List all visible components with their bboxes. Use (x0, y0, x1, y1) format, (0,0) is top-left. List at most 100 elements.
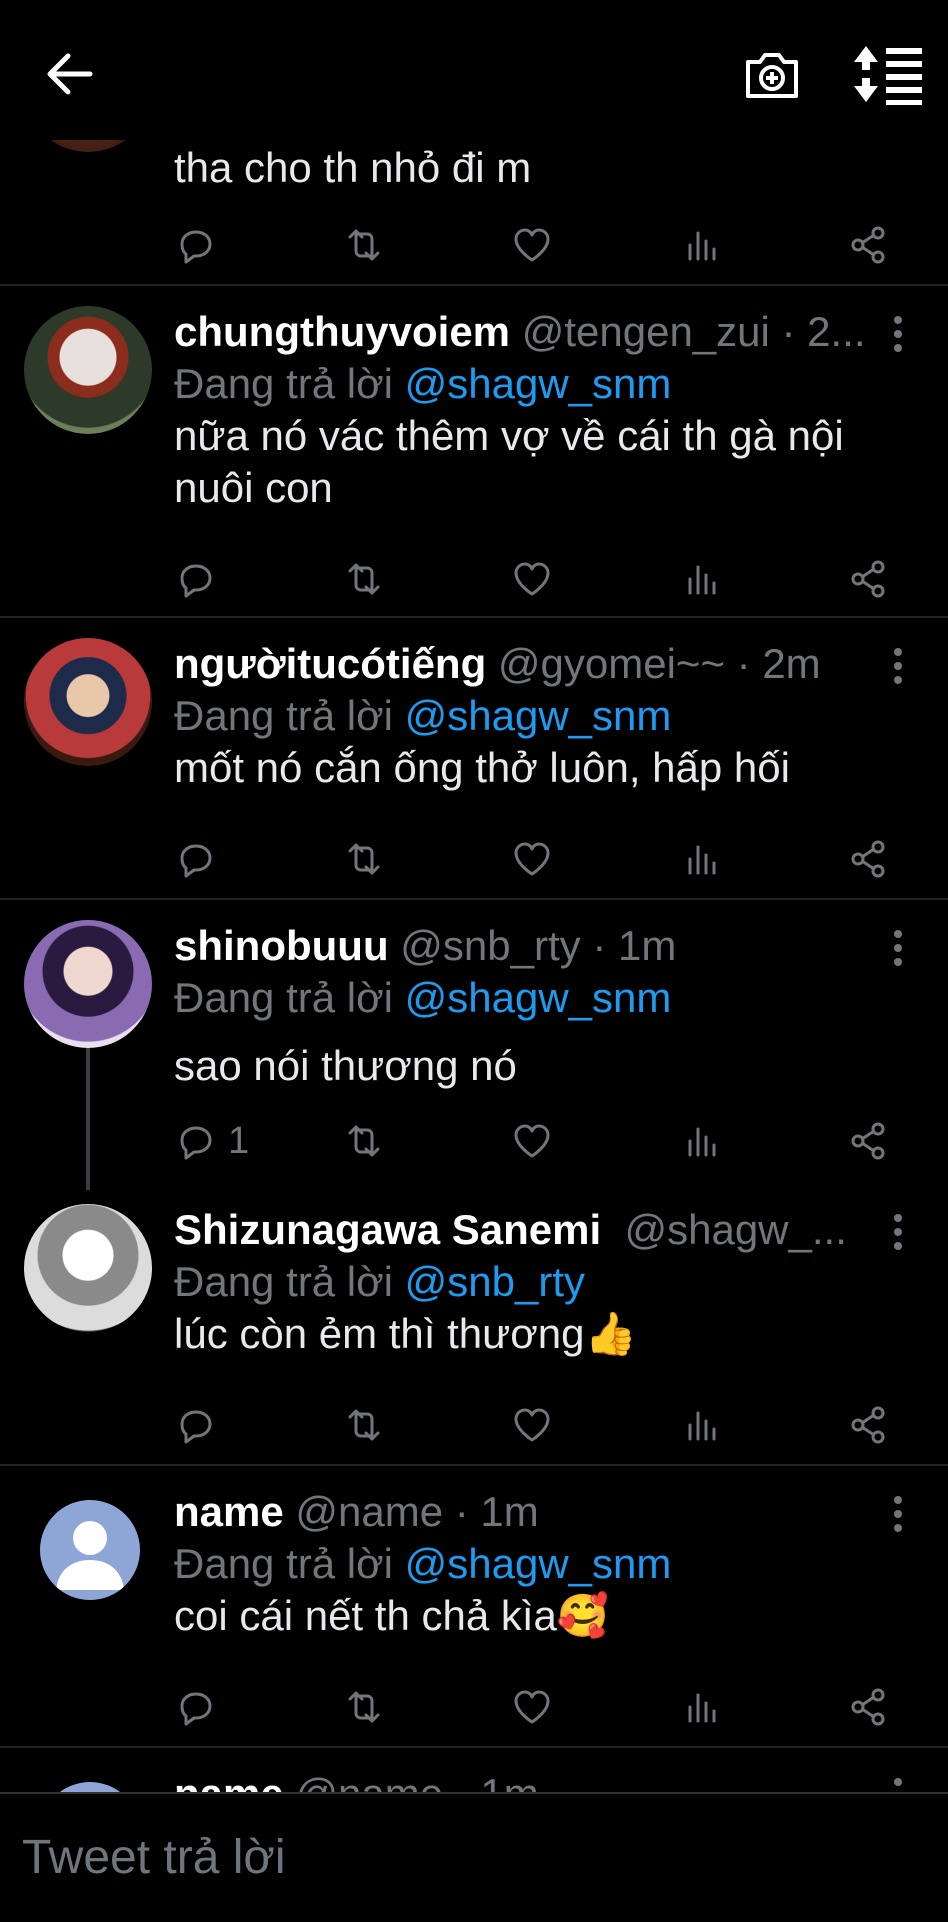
share-button[interactable] (846, 1682, 890, 1732)
share-icon (851, 1688, 885, 1726)
retweet-icon (348, 229, 380, 261)
retweet-icon (348, 563, 380, 595)
replying-to: Đang trả lời @snb_rty (174, 1258, 586, 1305)
tweet-content: nữa nó vác thêm vợ về cái th gà nội nuôi… (174, 412, 844, 511)
reply-button[interactable] (174, 1682, 218, 1732)
tweet-actions (174, 554, 894, 604)
retweet-button[interactable] (342, 220, 386, 270)
share-button[interactable] (846, 554, 890, 604)
analytics-button[interactable] (680, 1400, 724, 1450)
avatar[interactable] (24, 1204, 152, 1332)
tweet-content: coi cái nết th chả kìa🥰 (174, 1592, 610, 1639)
retweet-button[interactable] (342, 554, 386, 604)
reply-button[interactable] (174, 220, 218, 270)
analytics-button[interactable] (680, 554, 724, 604)
reply-button[interactable]: 1 (174, 1116, 249, 1166)
analytics-button[interactable] (680, 220, 724, 270)
share-button[interactable] (846, 1400, 890, 1450)
share-icon (851, 1122, 885, 1160)
user-icon (56, 1521, 124, 1590)
tweet-item[interactable]: ngườitucótiếng @gyomei~~ · 2m Đang trả l… (0, 616, 948, 900)
avatar[interactable] (24, 920, 152, 1048)
tweet-content: sao nói thương nó (174, 1042, 517, 1089)
mention-link[interactable]: @shagw_snm (405, 692, 672, 739)
tweet-item[interactable]: chungthuyvoiem @tengen_zui · 2... Đang t… (0, 284, 948, 618)
heart-icon (514, 562, 550, 596)
more-options-icon[interactable] (888, 644, 908, 692)
more-options-icon[interactable] (888, 926, 908, 974)
reply-icon (180, 1126, 212, 1160)
camera-plus-icon[interactable] (740, 42, 804, 106)
tweet-header: ngườitucótiếng @gyomei~~ · 2m (174, 638, 878, 690)
tweet-item[interactable]: shinobuuu @snb_rty · 1m Đang trả lời @sh… (0, 898, 948, 1190)
more-options-icon[interactable] (888, 1492, 908, 1540)
tweet-header: shinobuuu @snb_rty · 1m (174, 920, 878, 972)
retweet-button[interactable] (342, 1400, 386, 1450)
share-button[interactable] (846, 834, 890, 884)
sort-icon[interactable] (852, 42, 924, 106)
like-button[interactable] (510, 220, 554, 270)
like-button[interactable] (510, 834, 554, 884)
reply-icon (180, 564, 212, 598)
retweet-icon (348, 1409, 380, 1441)
reply-icon (180, 1692, 212, 1726)
retweet-button[interactable] (342, 1682, 386, 1732)
reply-input[interactable]: Tweet trả lời (22, 1830, 286, 1885)
analytics-icon (688, 1693, 716, 1723)
like-button[interactable] (510, 1400, 554, 1450)
more-options-icon[interactable] (888, 1210, 908, 1258)
tweet-header: name @name · 1m (174, 1486, 878, 1538)
reply-button[interactable] (174, 834, 218, 884)
reply-compose-bar[interactable]: Tweet trả lời (0, 1792, 948, 1922)
retweet-button[interactable] (342, 1116, 386, 1166)
retweet-button[interactable] (342, 834, 386, 884)
share-icon (851, 1406, 885, 1444)
heart-icon (514, 1690, 550, 1724)
tweet-actions (174, 1682, 894, 1732)
like-button[interactable] (510, 1116, 554, 1166)
handle: @shagw_... (624, 1206, 847, 1253)
replying-to: Đang trả lời @shagw_snm (174, 360, 672, 407)
tweet-header: Shizunagawa Sanemi @shagw_... (174, 1204, 878, 1256)
tweet-content: mốt nó cắn ống thở luôn, hấp hối (174, 744, 790, 791)
heart-icon (514, 842, 550, 876)
analytics-button[interactable] (680, 834, 724, 884)
tweet-content: lúc còn ẻm thì thương👍 (174, 1310, 637, 1357)
tweet-item[interactable]: name @name · 1m Đang trả lời @shagw_snm … (0, 1464, 948, 1748)
like-button[interactable] (510, 554, 554, 604)
reply-button[interactable] (174, 1400, 218, 1450)
tweet-actions (174, 220, 894, 270)
analytics-button[interactable] (680, 1116, 724, 1166)
reply-button[interactable] (174, 554, 218, 604)
display-name[interactable]: Shizunagawa Sanemi (174, 1206, 601, 1253)
back-arrow-icon[interactable] (40, 44, 100, 104)
display-name[interactable]: name (174, 1488, 284, 1535)
like-button[interactable] (510, 1682, 554, 1732)
tweet-item[interactable]: Shizunagawa Sanemi @shagw_... Đang trả l… (0, 1182, 948, 1466)
mention-link[interactable]: @shagw_snm (405, 1540, 672, 1587)
analytics-button[interactable] (680, 1682, 724, 1732)
tweet-actions (174, 834, 894, 884)
analytics-icon (688, 565, 716, 595)
handle: @name · 1m (295, 1488, 539, 1535)
retweet-icon (348, 843, 380, 875)
avatar[interactable] (24, 306, 152, 434)
heart-icon (514, 1124, 550, 1158)
mention-link[interactable]: @shagw_snm (405, 360, 672, 407)
avatar[interactable] (24, 638, 152, 766)
default-avatar[interactable] (40, 1500, 140, 1600)
mention-link[interactable]: @snb_rty (405, 1258, 585, 1305)
more-options-icon[interactable] (888, 312, 908, 360)
mention-link[interactable]: @shagw_snm (405, 974, 672, 1021)
analytics-icon (688, 845, 716, 875)
replying-to: Đang trả lời @shagw_snm (174, 1540, 672, 1587)
share-button[interactable] (846, 1116, 890, 1166)
heart-icon (514, 228, 550, 262)
display-name[interactable]: chungthuyvoiem (174, 308, 510, 355)
share-button[interactable] (846, 220, 890, 270)
handle: @tengen_zui · 2... (521, 308, 866, 355)
retweet-icon (348, 1125, 380, 1157)
display-name[interactable]: shinobuuu (174, 922, 389, 969)
analytics-icon (688, 231, 716, 261)
display-name[interactable]: ngườitucótiếng (174, 640, 486, 687)
